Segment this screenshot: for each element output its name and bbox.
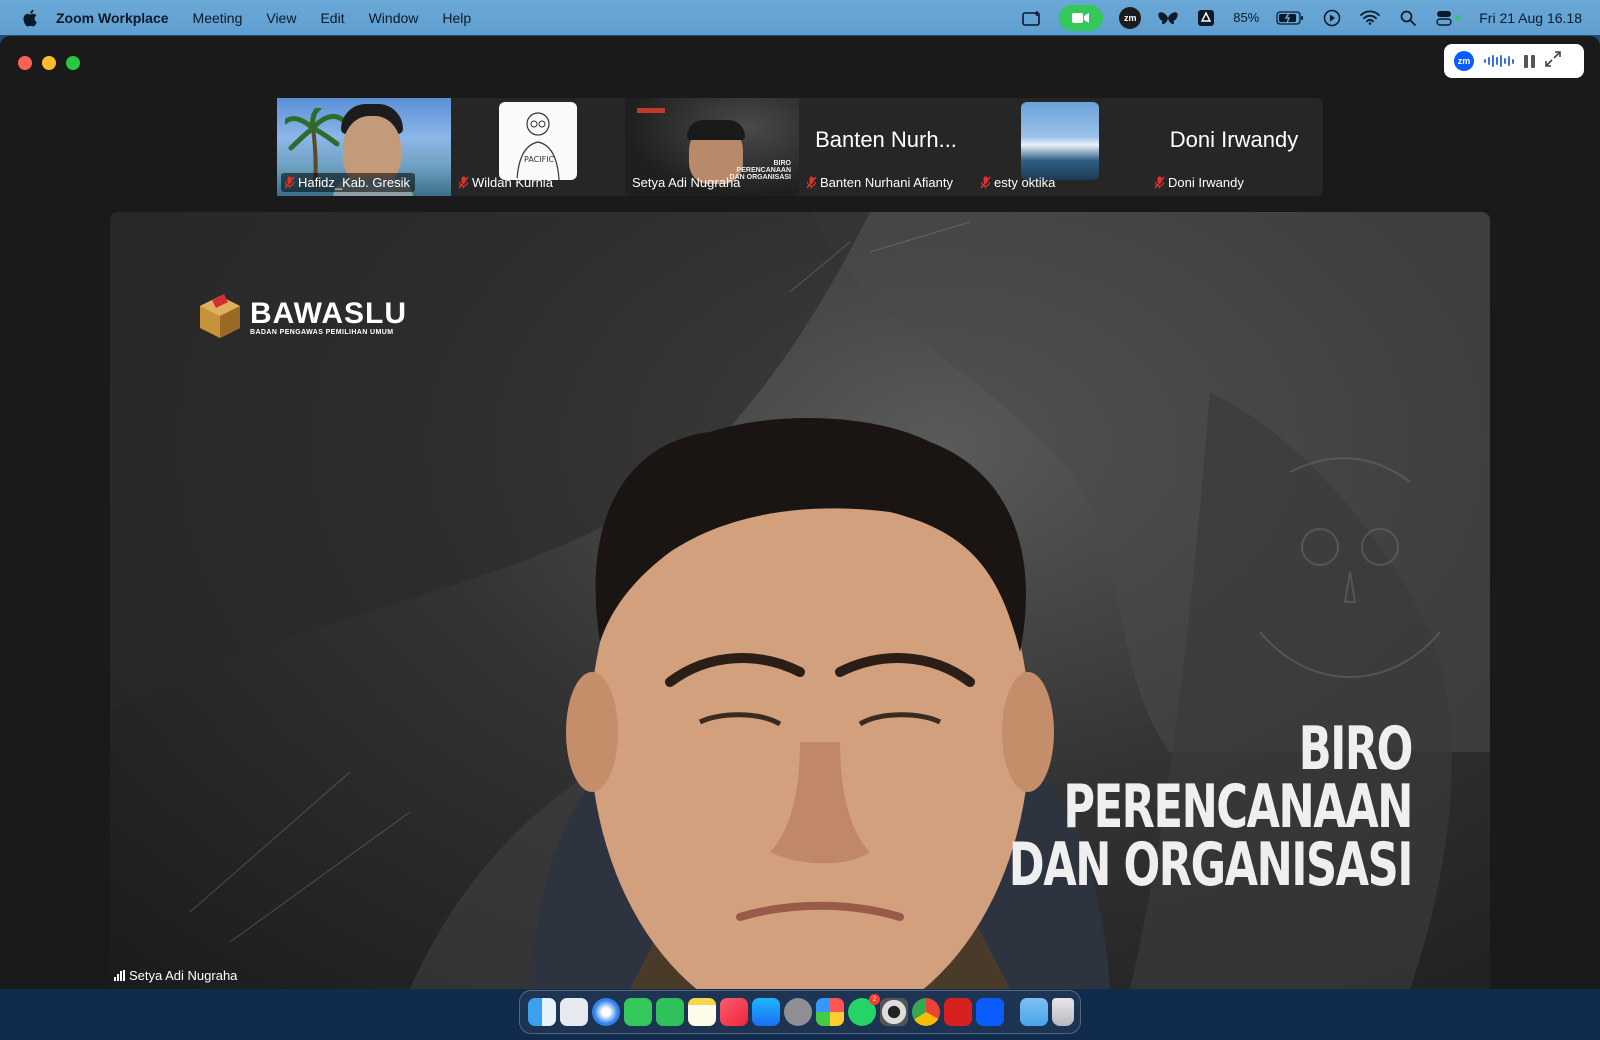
music-icon[interactable] [720,998,748,1026]
spotlight-search-icon[interactable] [1397,7,1419,29]
launchpad-icon[interactable] [560,998,588,1026]
muted-mic-icon [458,176,469,189]
play-icon[interactable] [1321,7,1343,29]
participant-tile[interactable]: Hafidz_Kab. Gresik [277,98,451,196]
participant-display-name: Banten Nurh... [815,127,957,152]
muted-mic-icon [1154,176,1165,189]
close-window-button[interactable] [18,56,32,70]
macos-dock: 2 [519,990,1081,1034]
video-indicator-icon[interactable] [1059,4,1104,31]
signal-strength-icon [114,970,125,981]
menu-help[interactable]: Help [442,10,471,26]
whatsapp-icon[interactable]: 2 [848,994,880,1026]
active-speaker-video[interactable]: BAWASLU BADAN PENGAWAS PEMILIHAN UMUM BI… [110,212,1490,989]
muted-mic-icon [284,176,295,189]
active-speaker-tile[interactable]: BIRO PERENCANAAN DAN ORGANISASI Setya Ad… [625,98,799,196]
participant-name: Wildan Kurnia [472,175,553,190]
zoom-mini-controls: zm [1444,44,1584,78]
menu-view[interactable]: View [266,10,296,26]
menu-meeting[interactable]: Meeting [193,10,243,26]
participant-name-label: Setya Adi Nugraha [629,173,745,192]
menu-edit[interactable]: Edit [320,10,344,26]
menu-app-name[interactable]: Zoom Workplace [56,10,169,26]
participant-name: Hafidz_Kab. Gresik [298,175,410,190]
screen-share-icon[interactable] [1021,7,1043,29]
acrobat-icon[interactable] [944,998,972,1026]
expand-icon[interactable] [1545,50,1561,72]
menu-bar: Zoom Workplace Meeting View Edit Window … [0,0,1600,35]
participant-name-label: Banten Nurhani Afianty [803,173,958,192]
maximize-window-button[interactable] [66,56,80,70]
notes-icon[interactable] [688,998,716,1026]
participant-name-label: Hafidz_Kab. Gresik [281,173,415,192]
window-controls [18,56,80,70]
participant-tile[interactable]: esty oktika [973,98,1147,196]
participant-name: Setya Adi Nugraha [632,175,741,190]
drive-icon[interactable] [1195,7,1217,29]
participant-thumbnail-strip: Hafidz_Kab. Gresik PACIFIC Wildan Kurnia… [277,98,1323,196]
muted-mic-icon [806,176,817,189]
zoom-icon[interactable] [976,998,1004,1026]
zoom-logo-icon[interactable]: zm [1454,51,1474,71]
muted-mic-icon [980,176,991,189]
pause-icon[interactable] [1524,54,1535,68]
notification-badge: 2 [869,994,880,1005]
active-speaker-label: Setya Adi Nugraha [114,968,237,983]
participant-name: Doni Irwandy [1168,175,1244,190]
participant-tile[interactable]: Banten Nurh... Banten Nurhani Afianty [799,98,973,196]
system-settings-icon[interactable] [784,998,812,1026]
finder-icon[interactable] [528,998,556,1026]
banner-line: PERENCANAAN [1063,772,1413,842]
participant-display-name: Doni Irwandy [1169,127,1299,152]
participant-name-label: Wildan Kurnia [455,173,558,192]
minimize-window-button[interactable] [42,56,56,70]
control-center-icon[interactable] [1435,7,1463,29]
audio-level-icon [1484,54,1514,68]
participant-name-label: Doni Irwandy [1151,173,1249,192]
active-speaker-name: Setya Adi Nugraha [129,968,238,983]
banner-line: BIRO [1298,714,1414,784]
participant-name: esty oktika [994,175,1056,190]
photos-icon[interactable] [816,998,844,1026]
chrome-icon[interactable] [912,998,940,1026]
battery-percent: 85% [1233,10,1260,25]
apple-icon[interactable] [20,7,42,29]
participant-tile[interactable]: PACIFIC Wildan Kurnia [451,98,625,196]
mini-banner-line: BIRO [773,160,792,167]
banner-line: DAN ORGANISASI [1008,830,1414,900]
avatar: PACIFIC [499,102,577,181]
biro-banner: BIRO PERENCANAAN DAN ORGANISASI [852,714,1414,900]
svg-text:PACIFIC: PACIFIC [524,155,555,164]
wifi-icon[interactable] [1359,7,1381,29]
participant-name-label: esty oktika [977,173,1060,192]
zoom-meeting-window: zm Hafidz_Kab. Gresik PACIFIC Wildan Kur… [0,36,1600,989]
participant-tile[interactable]: Doni Irwandy Doni Irwandy [1147,98,1321,196]
folder-icon[interactable] [1020,998,1048,1026]
avatar [1021,102,1099,180]
safari-icon[interactable] [592,998,620,1026]
screenshot-icon[interactable] [880,998,908,1026]
participant-name: Banten Nurhani Afianty [820,175,953,190]
messages-icon[interactable] [624,998,652,1026]
app-store-icon[interactable] [752,998,780,1026]
facetime-icon[interactable] [656,998,684,1026]
zoom-menubar-icon[interactable]: zm [1119,6,1142,29]
trash-icon[interactable] [1052,998,1074,1026]
butterfly-icon[interactable] [1157,7,1179,29]
menu-window[interactable]: Window [369,10,419,26]
battery-icon[interactable] [1275,7,1305,29]
menubar-clock[interactable]: Fri 21 Aug 16.18 [1479,10,1582,26]
